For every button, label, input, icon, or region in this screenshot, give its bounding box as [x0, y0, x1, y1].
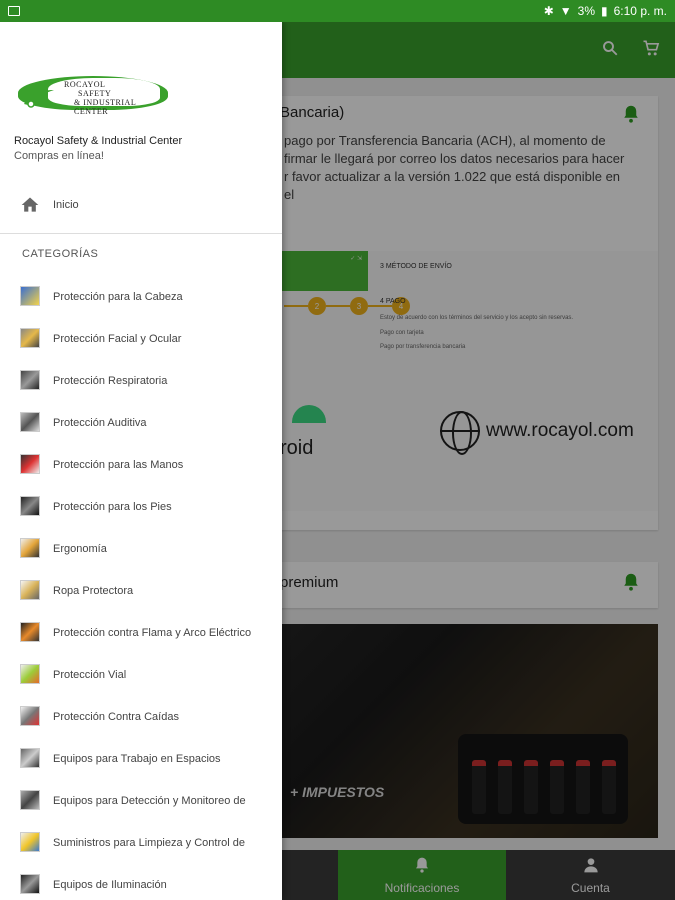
category-item-ergonomics[interactable]: Ergonomía	[0, 537, 282, 569]
drawer-item-home[interactable]: Inicio	[0, 190, 282, 220]
category-thumbnail	[20, 370, 40, 390]
store-name: Rocayol Safety & Industrial Center	[14, 135, 183, 147]
battery-icon: ▮	[601, 4, 608, 18]
category-thumbnail	[20, 874, 40, 894]
category-item-protective-clothing[interactable]: Ropa Protectora	[0, 579, 282, 611]
drawer-divider	[0, 233, 282, 234]
category-item-head-protection[interactable]: Protección para la Cabeza	[0, 285, 282, 317]
category-thumbnail	[20, 538, 40, 558]
category-thumbnail	[20, 286, 40, 306]
category-item-detection-monitoring[interactable]: Equipos para Detección y Monitoreo de	[0, 789, 282, 821]
category-thumbnail	[20, 496, 40, 516]
clock: 6:10 p. m.	[613, 4, 667, 18]
category-thumbnail	[20, 622, 40, 642]
category-item-road-safety[interactable]: Protección Vial	[0, 663, 282, 695]
category-item-foot-protection[interactable]: Protección para los Pies	[0, 495, 282, 527]
category-thumbnail	[20, 454, 40, 474]
battery-level: 3%	[577, 4, 596, 18]
status-bar: ✱ ▼ 3% ▮ 6:10 p. m.	[0, 0, 675, 22]
category-item-confined-spaces[interactable]: Equipos para Trabajo en Espacios	[0, 747, 282, 779]
category-item-face-eye-protection[interactable]: Protección Facial y Ocular	[0, 327, 282, 359]
rocayol-logo: ROCAYOL SAFETY & INDUSTRIAL CENTER	[18, 74, 172, 118]
category-thumbnail	[20, 748, 40, 768]
category-thumbnail	[20, 664, 40, 684]
category-item-hearing-protection[interactable]: Protección Auditiva	[0, 411, 282, 443]
home-icon	[20, 195, 40, 215]
category-item-flame-arc-protection[interactable]: Protección contra Flama y Arco Eléctrico	[0, 621, 282, 653]
category-item-hand-protection[interactable]: Protección para las Manos	[0, 453, 282, 485]
wifi-icon: ▼	[559, 4, 572, 18]
drawer-item-label: Inicio	[53, 199, 79, 211]
category-item-cleaning-supplies[interactable]: Suministros para Limpieza y Control de	[0, 831, 282, 863]
category-thumbnail	[20, 412, 40, 432]
category-thumbnail	[20, 580, 40, 600]
bluetooth-icon: ✱	[543, 4, 554, 18]
category-thumbnail	[20, 790, 40, 810]
category-thumbnail	[20, 832, 40, 852]
store-subtitle: Compras en línea!	[14, 150, 104, 162]
categories-heading: CATEGORÍAS	[22, 248, 99, 260]
navigation-drawer: ROCAYOL SAFETY & INDUSTRIAL CENTER Rocay…	[0, 22, 282, 900]
category-item-respiratory-protection[interactable]: Protección Respiratoria	[0, 369, 282, 401]
category-thumbnail	[20, 706, 40, 726]
category-thumbnail	[20, 328, 40, 348]
category-item-fall-protection[interactable]: Protección Contra Caídas	[0, 705, 282, 737]
image-notification-icon	[8, 6, 20, 16]
category-item-lighting-equipment[interactable]: Equipos de Iluminación	[0, 873, 282, 900]
